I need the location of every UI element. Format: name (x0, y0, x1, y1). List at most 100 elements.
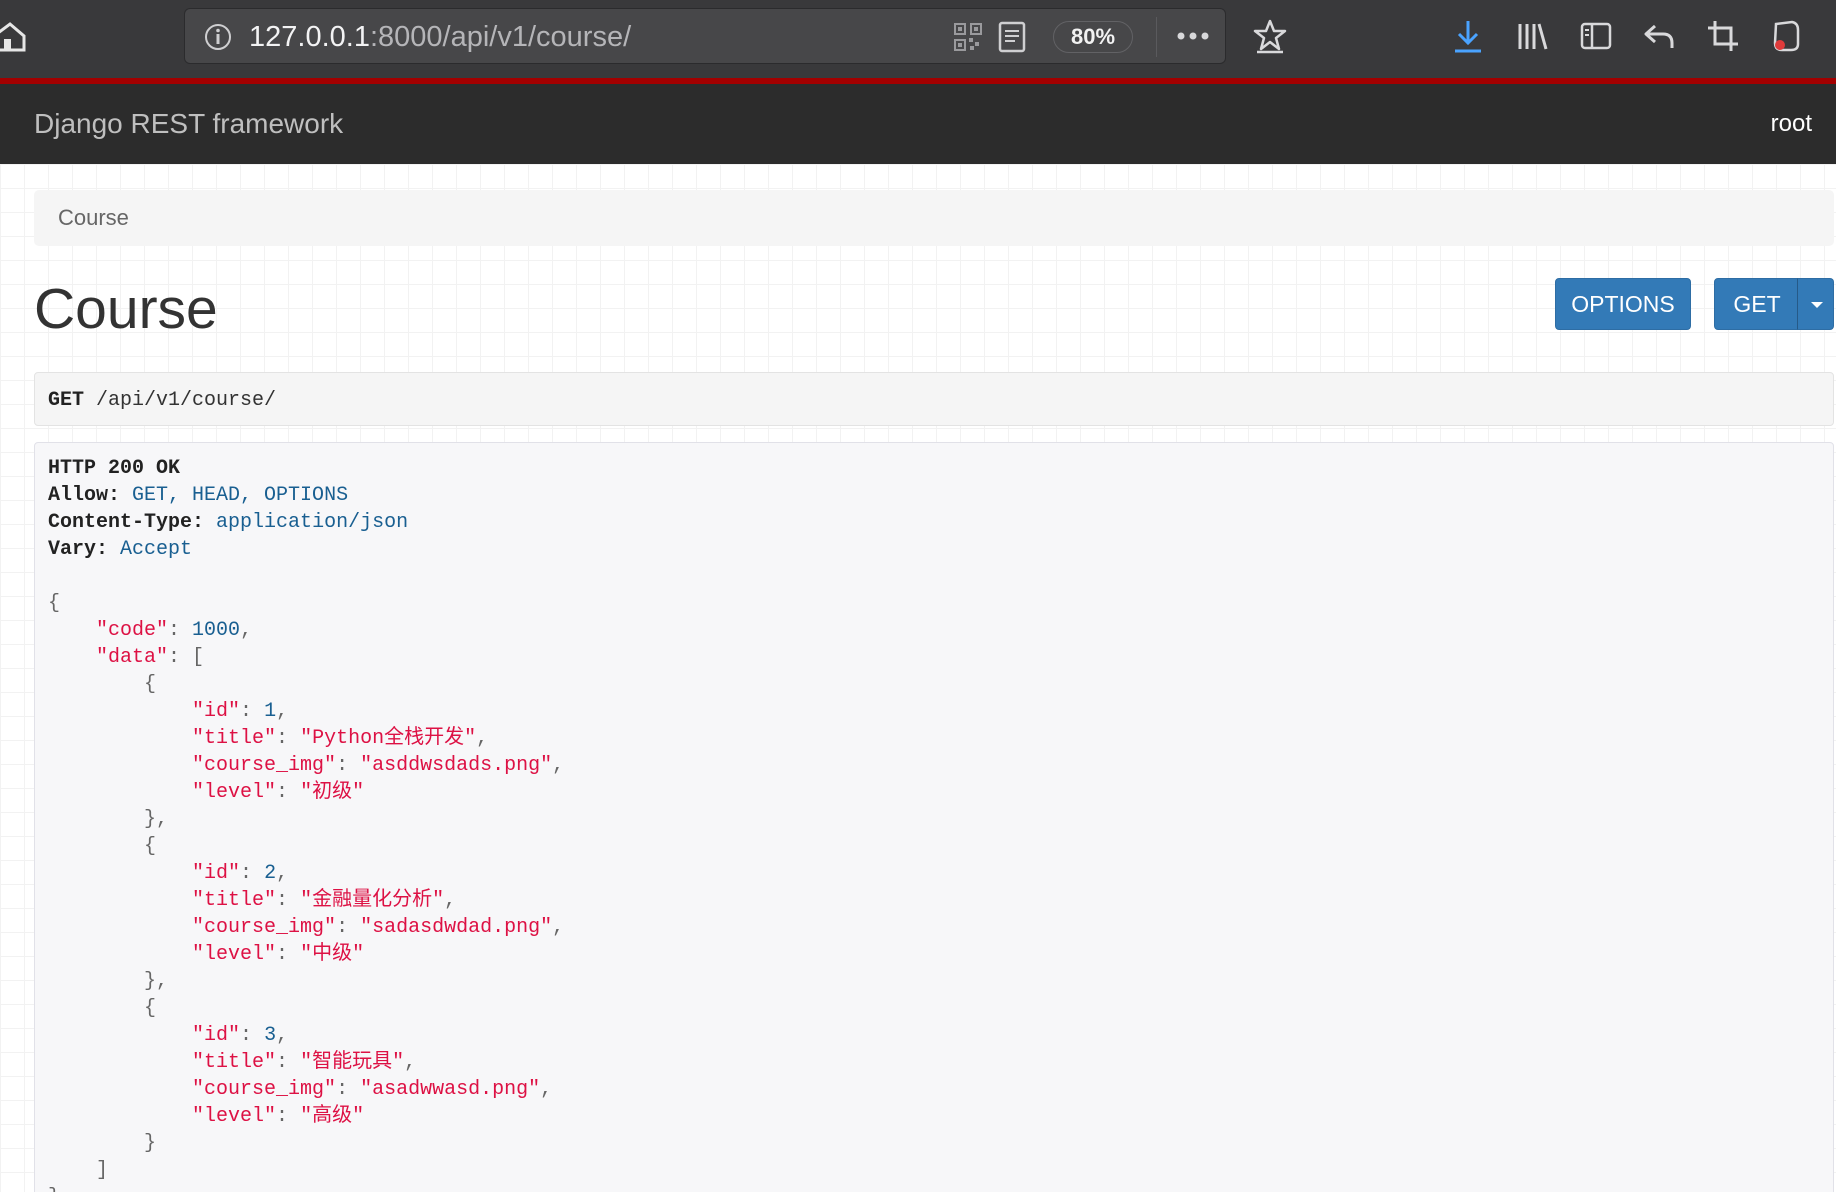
json-bracket: : [ (168, 646, 205, 669)
json-key: "code" (96, 619, 169, 642)
more-actions-icon[interactable] (1173, 19, 1213, 53)
json-key: "id" (192, 1024, 241, 1047)
request-info: GET /api/v1/course/ (34, 372, 1834, 426)
json-key: "course_img" (192, 754, 337, 777)
json-brace: } (144, 1132, 157, 1155)
json-brace: }, (144, 970, 169, 993)
crop-screenshot-icon[interactable] (1705, 18, 1741, 54)
back-arrow-icon[interactable] (1641, 18, 1677, 54)
navbar-user[interactable]: root (1771, 110, 1812, 138)
json-value: 2 (264, 862, 277, 885)
response-header-name: Allow: (48, 484, 121, 507)
json-value: "智能玩具" (300, 1051, 405, 1074)
json-brace: { (144, 835, 157, 858)
url-divider (1156, 17, 1157, 57)
get-format-dropdown[interactable] (1797, 278, 1834, 330)
response-header-value: application/json (216, 511, 409, 534)
json-key: "title" (192, 1051, 277, 1074)
json-key: "level" (192, 1105, 277, 1128)
json-comma: , (276, 862, 289, 885)
json-colon: : (336, 1078, 361, 1101)
response-header-name: Content-Type: (48, 511, 205, 534)
response-info: HTTP 200 OK Allow: GET, HEAD, OPTIONS Co… (34, 442, 1834, 1192)
json-brace: }, (144, 808, 169, 831)
url-path: :8000/api/v1/course/ (369, 21, 632, 53)
json-value: "高级" (300, 1105, 365, 1128)
json-comma: , (404, 1051, 417, 1074)
json-brace: { (144, 673, 157, 696)
json-key: "data" (96, 646, 169, 669)
options-button[interactable]: OPTIONS (1555, 278, 1691, 330)
json-value: "金融量化分析" (300, 889, 445, 912)
json-key: "course_img" (192, 1078, 337, 1101)
evernote-icon[interactable] (1768, 18, 1804, 54)
json-value: "Python全栈开发" (300, 727, 477, 750)
json-colon: : (240, 700, 265, 723)
json-value: 1 (264, 700, 277, 723)
json-key: "course_img" (192, 916, 337, 939)
json-code-value: 1000 (192, 619, 241, 642)
json-colon: : (276, 781, 301, 804)
response-header-value: Accept (120, 538, 193, 561)
caret-down-icon (1811, 302, 1823, 308)
browser-toolbar: 127.0.0.1:8000/api/v1/course/ 80% (0, 0, 1836, 78)
json-value: "中级" (300, 943, 365, 966)
json-comma: , (444, 889, 457, 912)
json-comma: , (276, 1024, 289, 1047)
json-brace: { (48, 592, 61, 615)
breadcrumb: Course (34, 190, 1834, 246)
json-key: "level" (192, 781, 277, 804)
json-colon: : (276, 727, 301, 750)
json-colon: : (240, 862, 265, 885)
json-value: 3 (264, 1024, 277, 1047)
json-brace: { (144, 997, 157, 1020)
json-comma: , (240, 619, 253, 642)
json-value: "初级" (300, 781, 365, 804)
get-button[interactable]: GET (1714, 278, 1800, 330)
json-colon: : (276, 889, 301, 912)
request-line: GET /api/v1/course/ (48, 387, 276, 414)
response-status: HTTP 200 OK (48, 457, 181, 480)
home-icon[interactable] (0, 22, 26, 52)
response-header-name: Vary: (48, 538, 109, 561)
json-comma: , (540, 1078, 553, 1101)
json-key: "title" (192, 889, 277, 912)
json-colon: : (276, 1105, 301, 1128)
json-value: "sadasdwdad.png" (360, 916, 553, 939)
navbar-brand[interactable]: Django REST framework (34, 108, 343, 140)
qr-code-icon[interactable] (953, 22, 983, 52)
json-key: "level" (192, 943, 277, 966)
reader-view-icon[interactable] (997, 21, 1027, 53)
page-title: Course (34, 277, 218, 341)
json-key: "id" (192, 862, 241, 885)
json-value: "asddwsdads.png" (360, 754, 553, 777)
json-colon: : (276, 1051, 301, 1074)
json-value: "asadwwasd.png" (360, 1078, 541, 1101)
download-icon[interactable] (1450, 18, 1486, 54)
json-brace: } (48, 1186, 60, 1192)
bookmark-star-icon[interactable] (1252, 18, 1288, 54)
json-comma: , (276, 700, 289, 723)
json-colon: : (276, 943, 301, 966)
json-colon: : (336, 754, 361, 777)
response-header-value: GET, HEAD, OPTIONS (132, 484, 349, 507)
json-bracket: ] (96, 1159, 109, 1182)
response-body: HTTP 200 OK Allow: GET, HEAD, OPTIONS Co… (48, 455, 564, 1192)
zoom-level[interactable]: 80% (1053, 21, 1133, 53)
navbar: Django REST framework root (0, 84, 1836, 164)
json-comma: , (552, 754, 565, 777)
request-method: GET (48, 389, 85, 412)
sidebar-icon[interactable] (1578, 18, 1614, 54)
json-key: "id" (192, 700, 241, 723)
url-text[interactable]: 127.0.0.1:8000/api/v1/course/ (249, 21, 631, 54)
library-icon[interactable] (1514, 18, 1550, 54)
breadcrumb-item[interactable]: Course (58, 205, 129, 231)
json-colon: : (336, 916, 361, 939)
request-path: /api/v1/course/ (96, 389, 277, 412)
json-comma: , (476, 727, 489, 750)
main-content: Course Course OPTIONS GET GET /api/v1/co… (0, 164, 1836, 1192)
info-icon[interactable] (203, 22, 233, 52)
address-bar[interactable]: 127.0.0.1:8000/api/v1/course/ 80% (184, 8, 1226, 64)
json-comma: , (552, 916, 565, 939)
json-key: "title" (192, 727, 277, 750)
